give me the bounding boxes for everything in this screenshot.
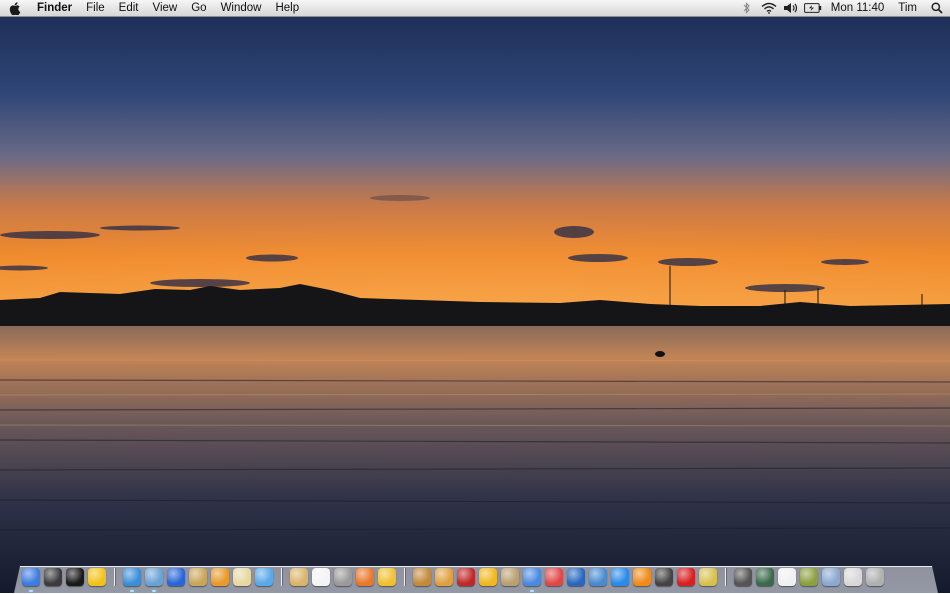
quicktime-icon[interactable] <box>611 568 629 586</box>
terminal-icon[interactable] <box>66 568 84 586</box>
dock-separator <box>281 568 282 586</box>
image-capture-icon[interactable] <box>545 568 563 586</box>
documents-stack-icon[interactable] <box>844 568 862 586</box>
flower-app-icon[interactable] <box>800 568 818 586</box>
phone-app-icon[interactable] <box>655 568 673 586</box>
menu-go[interactable]: Go <box>184 0 213 16</box>
dock-separator <box>404 568 405 586</box>
feather-app-icon[interactable] <box>233 568 251 586</box>
menu-app-name[interactable]: Finder <box>30 0 79 16</box>
desktop-wallpaper <box>0 0 950 593</box>
running-indicator <box>130 590 134 592</box>
menu-file[interactable]: File <box>79 0 112 16</box>
system-preferences-icon[interactable] <box>734 568 752 586</box>
menu-bar: Finder File Edit View Go Window Help Mon… <box>0 0 950 17</box>
menu-clock[interactable]: Mon 11:40 <box>824 0 892 16</box>
menu-window[interactable]: Window <box>214 0 269 16</box>
vlc-icon[interactable] <box>633 568 651 586</box>
trash-icon[interactable] <box>866 568 884 586</box>
calendar-icon[interactable] <box>312 568 330 586</box>
menu-edit[interactable]: Edit <box>112 0 146 16</box>
battery-icon[interactable] <box>802 0 824 16</box>
star-app-icon[interactable] <box>699 568 717 586</box>
dock-separator <box>114 568 115 586</box>
apple-menu-icon[interactable] <box>0 0 30 16</box>
bird-app-icon[interactable] <box>211 568 229 586</box>
disk-utility-icon[interactable] <box>334 568 352 586</box>
owl-app-icon[interactable] <box>501 568 519 586</box>
notes-icon[interactable] <box>290 568 308 586</box>
itunes-icon[interactable] <box>523 568 541 592</box>
infinity-app-icon[interactable] <box>88 568 106 586</box>
menu-help[interactable]: Help <box>268 0 306 16</box>
preview-icon[interactable] <box>589 568 607 586</box>
app-store-icon[interactable] <box>167 568 185 586</box>
applications-folder-icon[interactable] <box>822 568 840 586</box>
screen-app-icon[interactable] <box>567 568 585 586</box>
dock-icons <box>20 566 886 592</box>
menu-view[interactable]: View <box>146 0 185 16</box>
running-indicator <box>152 590 156 592</box>
hat-app-icon[interactable] <box>479 568 497 586</box>
dock-separator <box>725 568 726 586</box>
blank-document-icon[interactable] <box>778 568 796 586</box>
dashboard-icon[interactable] <box>44 568 62 586</box>
mail-icon[interactable] <box>145 568 163 592</box>
safari-icon[interactable] <box>123 568 141 592</box>
running-indicator <box>530 590 534 592</box>
chat-icon[interactable] <box>255 568 273 586</box>
stuffit-icon[interactable] <box>378 568 396 586</box>
red-app-icon[interactable] <box>677 568 695 586</box>
menu-user[interactable]: Tim <box>891 0 924 16</box>
iphoto-icon[interactable] <box>413 568 431 586</box>
photo-booth-icon[interactable] <box>435 568 453 586</box>
wifi-icon[interactable] <box>758 0 780 16</box>
volume-icon[interactable] <box>780 0 802 16</box>
book-icon[interactable] <box>457 568 475 586</box>
bluetooth-icon[interactable] <box>736 0 758 16</box>
firefox-icon[interactable] <box>356 568 374 586</box>
spotlight-icon[interactable] <box>924 0 950 16</box>
running-indicator <box>29 590 33 592</box>
time-machine-icon[interactable] <box>756 568 774 586</box>
finder-icon[interactable] <box>22 568 40 592</box>
dock <box>14 566 938 593</box>
photo-album-icon[interactable] <box>189 568 207 586</box>
